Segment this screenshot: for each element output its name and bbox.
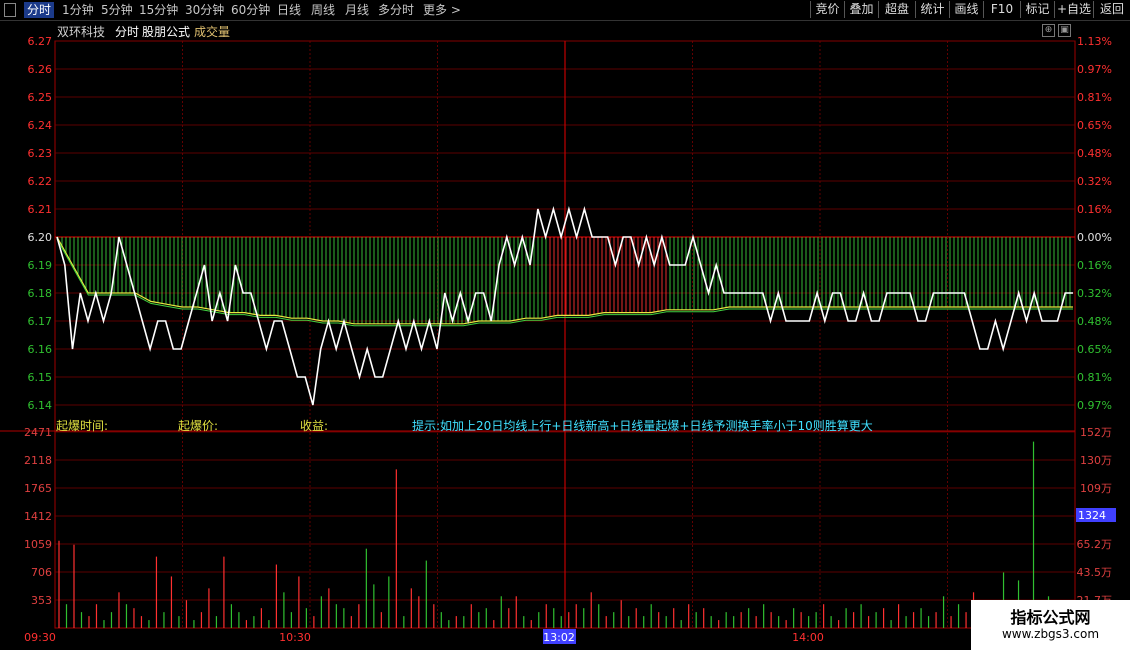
volume-tick-label: 1765 — [24, 482, 52, 495]
price-tick-label: 6.17 — [28, 315, 53, 328]
price-tick-label: 6.26 — [28, 63, 53, 76]
percent-tick-label: 0.32% — [1077, 175, 1112, 188]
volume-tick-label: 1059 — [24, 538, 52, 551]
watermark: 指标公式网 www.zbgs3.com — [971, 600, 1130, 650]
volume-tick-label: 2471 — [24, 426, 52, 439]
volume-right-tick-label: 43.5万 — [1077, 566, 1113, 579]
explode-price-label: 起爆价: — [178, 419, 219, 433]
price-tick-label: 6.19 — [28, 259, 53, 272]
cursor-value-label: 1324 — [1078, 509, 1106, 522]
volume-tick-label: 706 — [31, 566, 52, 579]
explode-time-label: 起爆时间: — [56, 419, 109, 433]
volume-right-tick-label: 152万 — [1080, 426, 1112, 439]
percent-tick-label: 0.16% — [1077, 203, 1112, 216]
price-tick-label: 6.27 — [28, 35, 53, 48]
percent-tick-label: 0.97% — [1077, 63, 1112, 76]
percent-tick-label: 0.65% — [1077, 343, 1112, 356]
price-tick-label: 6.20 — [28, 231, 53, 244]
volume-tick-label: 353 — [31, 594, 52, 607]
profit-label: 收益: — [300, 419, 329, 433]
percent-tick-label: 0.16% — [1077, 259, 1112, 272]
price-tick-label: 6.23 — [28, 147, 53, 160]
axis-labels: 6.27 6.26 6.25 6.24 6.23 6.22 6.21 6.20 6.19 6.18… — [24, 35, 1116, 644]
time-label: 10:30 — [279, 631, 311, 644]
intraday-chart: 6.27 6.26 6.25 6.24 6.23 6.22 6.21 6.20 6.19 6.18… — [0, 35, 1116, 644]
price-tick-label: 6.16 — [28, 343, 53, 356]
watermark-url: www.zbgs3.com — [1001, 627, 1100, 641]
chart-grid — [0, 40, 1076, 629]
volume-right-tick-label: 65.2万 — [1077, 538, 1113, 551]
price-tick-label: 6.25 — [28, 91, 53, 104]
volume-right-tick-label: 109万 — [1080, 482, 1112, 495]
percent-tick-label: 0.48% — [1077, 315, 1112, 328]
percent-tick-label: 1.13% — [1077, 35, 1112, 48]
percent-tick-label: 0.00% — [1077, 231, 1112, 244]
percent-tick-label: 0.32% — [1077, 287, 1112, 300]
volume-right-tick-label: 130万 — [1080, 454, 1112, 467]
percent-tick-label: 0.81% — [1077, 371, 1112, 384]
percent-tick-label: 0.65% — [1077, 119, 1112, 132]
time-label: 09:30 — [24, 631, 56, 644]
price-tick-label: 6.15 — [28, 371, 53, 384]
price-tick-label: 6.14 — [28, 399, 53, 412]
hint-text: 提示:如加上20日均线上行+日线新高+日线量起爆+日线予测换手率小于10则胜算更… — [412, 419, 873, 433]
time-label: 14:00 — [792, 631, 824, 644]
volume-tick-label: 2118 — [24, 454, 52, 467]
percent-tick-label: 0.48% — [1077, 147, 1112, 160]
price-tick-label: 6.24 — [28, 119, 53, 132]
volume-tick-label: 1412 — [24, 510, 52, 523]
percent-tick-label: 0.81% — [1077, 91, 1112, 104]
price-tick-label: 6.21 — [28, 203, 53, 216]
watermark-title: 指标公式网 — [1010, 608, 1091, 627]
cursor-time-label: 13:02 — [543, 631, 575, 644]
price-tick-label: 6.18 — [28, 287, 53, 300]
percent-tick-label: 0.97% — [1077, 399, 1112, 412]
price-tick-label: 6.22 — [28, 175, 53, 188]
